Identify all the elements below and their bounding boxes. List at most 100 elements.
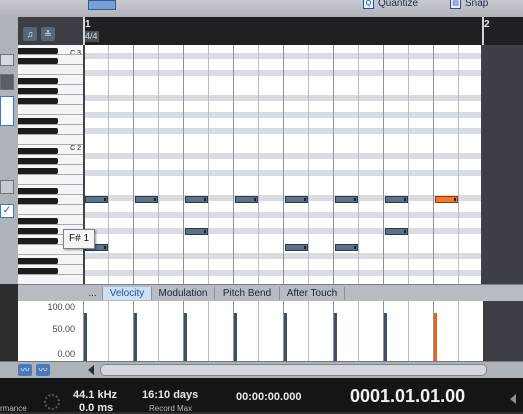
draw-curve-icon[interactable]: 〰 xyxy=(36,364,50,376)
white-key[interactable] xyxy=(18,275,83,284)
midi-note[interactable] xyxy=(135,196,158,203)
velocity-bar[interactable] xyxy=(334,313,337,361)
tab-velocity[interactable]: Velocity xyxy=(103,287,152,300)
black-key[interactable] xyxy=(18,148,58,154)
midi-note[interactable] xyxy=(285,244,308,251)
black-key[interactable] xyxy=(18,198,58,204)
velocity-lane[interactable] xyxy=(83,301,483,361)
inspector-button[interactable] xyxy=(0,180,14,194)
velocity-bar[interactable] xyxy=(284,313,287,361)
velocity-bar[interactable] xyxy=(184,313,187,361)
midi-note[interactable] xyxy=(335,244,358,251)
velocity-max-label: 100.00 xyxy=(47,302,75,312)
note-end-handle[interactable] xyxy=(304,198,306,201)
black-key[interactable] xyxy=(18,258,58,264)
velocity-grid-line xyxy=(158,301,159,361)
velocity-bar[interactable] xyxy=(434,313,437,361)
quantize-button[interactable]: Q Quantize xyxy=(363,0,418,10)
black-key[interactable] xyxy=(18,218,58,224)
black-key[interactable] xyxy=(18,268,58,274)
bar-1-marker xyxy=(83,17,85,45)
velocity-bar[interactable] xyxy=(134,313,137,361)
performance-meter-icon xyxy=(44,394,60,410)
tab-after-touch[interactable]: After Touch xyxy=(280,287,345,300)
velocity-bar[interactable] xyxy=(84,313,87,361)
midi-note[interactable] xyxy=(335,196,358,203)
midi-note[interactable] xyxy=(185,196,208,203)
inspector-panel[interactable] xyxy=(0,96,14,126)
note-tooltip: F# 1 xyxy=(63,229,96,249)
black-key[interactable] xyxy=(18,48,58,54)
white-key[interactable] xyxy=(18,135,83,145)
black-key[interactable] xyxy=(18,158,58,164)
note-end-handle[interactable] xyxy=(104,198,106,201)
note-end-handle[interactable] xyxy=(304,246,306,249)
snap-button[interactable]: ▤ Snap xyxy=(450,0,488,10)
bars-position-display[interactable]: 0001.01.01.00 xyxy=(350,386,465,407)
note-end-handle[interactable] xyxy=(454,198,456,201)
note-end-handle[interactable] xyxy=(204,198,206,201)
white-key[interactable] xyxy=(18,175,83,185)
midi-note[interactable] xyxy=(385,228,408,235)
grid-line xyxy=(258,45,259,284)
note-end-handle[interactable] xyxy=(404,198,406,201)
black-key[interactable] xyxy=(18,58,58,64)
white-key[interactable] xyxy=(18,65,83,75)
note-end-handle[interactable] xyxy=(404,230,406,233)
draw-line-icon[interactable]: 〰 xyxy=(18,364,32,376)
audition-icon[interactable]: ♫ xyxy=(23,27,37,41)
scale-icon[interactable]: ≚ xyxy=(41,27,55,41)
white-key[interactable] xyxy=(18,205,83,215)
time-display[interactable]: 00:00:00.000 xyxy=(236,391,301,403)
transport-status-bar: rmance 44.1 kHz 0.0 ms 16:10 days Record… xyxy=(0,378,523,414)
midi-note[interactable] xyxy=(435,196,458,203)
velocity-grid-line xyxy=(308,301,309,361)
velocity-mid-label: 50.00 xyxy=(52,324,75,334)
time-signature: 4/4 xyxy=(84,31,99,42)
keyboard-header: ♫ ≚ xyxy=(18,17,83,45)
note-end-handle[interactable] xyxy=(254,198,256,201)
transport-arrow-icon[interactable] xyxy=(510,394,516,404)
black-key[interactable] xyxy=(18,168,58,174)
midi-note[interactable] xyxy=(185,228,208,235)
top-toolbar: Q Quantize ▤ Snap xyxy=(0,0,523,18)
note-grid[interactable] xyxy=(83,45,483,284)
velocity-bar[interactable] xyxy=(384,313,387,361)
black-key[interactable] xyxy=(18,188,58,194)
black-key[interactable] xyxy=(18,118,58,124)
black-key[interactable] xyxy=(18,228,58,234)
midi-note[interactable] xyxy=(85,196,108,203)
black-key[interactable] xyxy=(18,78,58,84)
note-end-handle[interactable] xyxy=(354,198,356,201)
timeline-ruler[interactable]: 1 2 4/4 xyxy=(83,17,523,46)
black-key[interactable] xyxy=(18,238,58,244)
midi-note[interactable] xyxy=(285,196,308,203)
tab-more[interactable]: ... xyxy=(83,287,103,300)
note-end-handle[interactable] xyxy=(204,230,206,233)
grid-line xyxy=(158,45,159,284)
inspector-checkbox[interactable]: ✓ xyxy=(0,204,14,218)
midi-note[interactable] xyxy=(385,196,408,203)
snap-label: Snap xyxy=(465,0,489,10)
velocity-grid-line xyxy=(458,301,459,361)
grid-line xyxy=(108,45,109,284)
tab-pitch-bend[interactable]: Pitch Bend xyxy=(215,287,280,300)
velocity-bar[interactable] xyxy=(234,313,237,361)
inspector-field[interactable] xyxy=(0,54,14,66)
inspector-swatch[interactable] xyxy=(0,74,14,90)
tool-arrow-button[interactable] xyxy=(88,0,116,10)
scroll-left-icon[interactable] xyxy=(88,365,94,375)
velocity-grid-line xyxy=(358,301,359,361)
quantize-label: Quantize xyxy=(378,0,419,10)
tab-modulation[interactable]: Modulation xyxy=(152,287,215,300)
black-key[interactable] xyxy=(18,128,58,134)
note-end-handle[interactable] xyxy=(104,246,106,249)
horizontal-scrollbar-thumb[interactable] xyxy=(100,364,487,376)
black-key[interactable] xyxy=(18,88,58,94)
sample-rate: 44.1 kHz xyxy=(73,389,118,401)
white-key[interactable] xyxy=(18,105,83,115)
black-key[interactable] xyxy=(18,98,58,104)
note-end-handle[interactable] xyxy=(354,246,356,249)
note-end-handle[interactable] xyxy=(154,198,156,201)
midi-note[interactable] xyxy=(235,196,258,203)
